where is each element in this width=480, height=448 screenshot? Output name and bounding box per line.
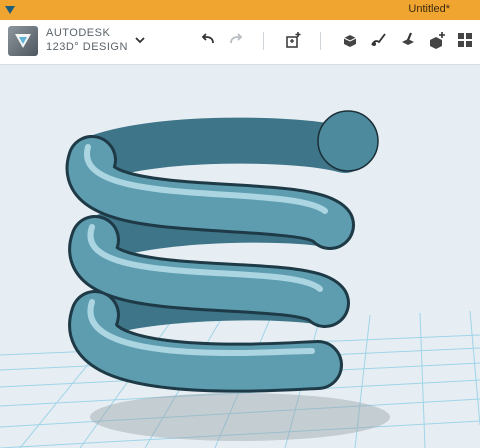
spring-shadow (90, 393, 390, 441)
sketch-icon (371, 33, 386, 46)
combine-button[interactable] (425, 28, 449, 52)
redo-icon (230, 33, 243, 44)
modify-button[interactable] (396, 28, 420, 52)
pattern-icon (458, 33, 472, 47)
pattern-button[interactable] (453, 28, 477, 52)
window-title: Untitled* (408, 3, 450, 15)
undo-icon (201, 33, 214, 44)
app-menu-icon[interactable] (4, 4, 16, 16)
scene-canvas (0, 65, 480, 448)
chevron-down-icon[interactable] (133, 33, 147, 47)
toolbar-separator (320, 32, 321, 50)
toolbar-separator (263, 32, 264, 50)
add-primitive-button[interactable] (282, 28, 306, 52)
sketch-button[interactable] (367, 28, 391, 52)
main-toolbar: AUTODESK 123D° DESIGN (0, 20, 480, 65)
shape-tools-icon (343, 35, 357, 47)
brand-autodesk: AUTODESK (46, 27, 111, 39)
shape-tools-button[interactable] (338, 28, 362, 52)
3d-viewport[interactable] (0, 65, 480, 448)
modify-icon (402, 32, 414, 45)
undo-button[interactable] (196, 28, 220, 52)
spring-cut-end (317, 110, 379, 172)
app-logo[interactable] (8, 26, 38, 56)
combine-icon (430, 32, 445, 49)
brand-product: 123D° DESIGN (46, 41, 128, 53)
add-primitive-icon (286, 32, 301, 48)
logo-mark-icon (15, 34, 31, 48)
redo-button[interactable] (224, 28, 248, 52)
title-bar: Untitled* (0, 0, 480, 20)
